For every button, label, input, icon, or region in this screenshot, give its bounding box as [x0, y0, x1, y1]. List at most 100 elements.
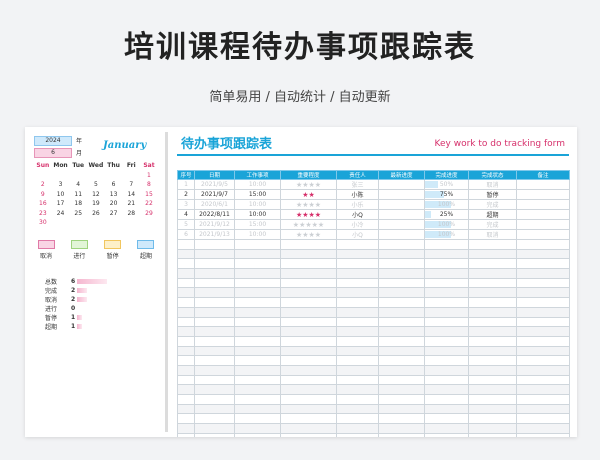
empty-cell[interactable] [336, 345, 379, 357]
calendar-day[interactable]: 6 [105, 180, 123, 190]
month-input[interactable]: 6 [34, 148, 72, 158]
empty-cell[interactable] [468, 432, 517, 437]
cell-note[interactable] [516, 229, 570, 240]
empty-cell[interactable] [516, 345, 570, 357]
cell-note[interactable] [516, 219, 570, 230]
calendar-day[interactable]: 24 [52, 209, 70, 219]
empty-cell[interactable] [336, 374, 379, 386]
empty-cell[interactable] [194, 394, 235, 405]
empty-cell[interactable] [378, 374, 425, 386]
empty-cell[interactable] [234, 326, 281, 337]
cell-note[interactable] [516, 209, 570, 220]
empty-cell[interactable] [516, 239, 570, 250]
empty-cell[interactable] [177, 316, 195, 328]
empty-cell[interactable] [468, 384, 517, 395]
empty-cell[interactable] [468, 277, 517, 289]
cell-owner[interactable]: 小陈 [336, 189, 379, 200]
empty-cell[interactable] [516, 432, 570, 437]
cell-no[interactable]: 1 [177, 179, 195, 190]
empty-cell[interactable] [177, 297, 195, 308]
empty-cell[interactable] [280, 384, 337, 395]
empty-cell[interactable] [177, 413, 195, 425]
empty-cell[interactable] [194, 335, 235, 347]
empty-cell[interactable] [280, 364, 337, 376]
empty-cell[interactable] [177, 403, 195, 415]
cell-item[interactable]: 10:00 [234, 179, 281, 190]
empty-cell[interactable] [336, 423, 379, 434]
empty-cell[interactable] [516, 364, 570, 376]
empty-cell[interactable] [378, 432, 425, 437]
empty-cell[interactable] [177, 239, 195, 250]
empty-cell[interactable] [424, 364, 469, 376]
empty-cell[interactable] [468, 355, 517, 366]
empty-cell[interactable] [177, 306, 195, 318]
empty-cell[interactable] [194, 355, 235, 366]
empty-cell[interactable] [424, 355, 469, 366]
table-row[interactable]: 3 2020/6/1 10:00 ★★★★ 小乐 100% 完成 [177, 199, 570, 210]
calendar-day[interactable]: 25 [69, 209, 87, 219]
calendar-day[interactable]: 3 [52, 180, 70, 190]
empty-cell[interactable] [468, 258, 517, 270]
empty-cell[interactable] [194, 423, 235, 434]
empty-cell[interactable] [194, 316, 235, 328]
empty-cell[interactable] [516, 394, 570, 405]
cell-owner[interactable]: 张三 [336, 179, 379, 190]
empty-cell[interactable] [336, 239, 379, 250]
empty-cell[interactable] [336, 258, 379, 270]
cell-owner[interactable]: 小冷 [336, 219, 379, 230]
cell-item[interactable]: 10:00 [234, 199, 281, 210]
calendar-day[interactable]: 23 [34, 209, 52, 219]
empty-cell[interactable] [234, 297, 281, 308]
empty-cell[interactable] [194, 432, 235, 437]
empty-cell[interactable] [378, 239, 425, 250]
empty-cell[interactable] [424, 384, 469, 395]
empty-cell[interactable] [378, 355, 425, 366]
empty-cell[interactable] [336, 355, 379, 366]
table-row[interactable]: 2 2021/9/7 15:00 ★★ 小陈 75% 暂停 [177, 189, 570, 200]
empty-cell[interactable] [516, 297, 570, 308]
cell-status[interactable]: 取消 [468, 229, 517, 240]
calendar-day[interactable]: 30 [34, 218, 52, 228]
cell-status[interactable]: 暂停 [468, 189, 517, 200]
cell-status[interactable]: 超期 [468, 209, 517, 220]
empty-cell[interactable] [516, 335, 570, 347]
empty-cell[interactable] [424, 413, 469, 425]
empty-cell[interactable] [336, 403, 379, 415]
empty-cell[interactable] [234, 374, 281, 386]
empty-cell[interactable] [516, 374, 570, 386]
empty-cell[interactable] [424, 287, 469, 299]
cell-date[interactable]: 2020/6/1 [194, 199, 235, 210]
empty-cell[interactable] [468, 287, 517, 299]
empty-cell[interactable] [468, 248, 517, 260]
calendar-day[interactable]: 19 [87, 199, 105, 209]
empty-cell[interactable] [280, 248, 337, 260]
cell-item[interactable]: 10:00 [234, 229, 281, 240]
empty-cell[interactable] [177, 384, 195, 395]
empty-cell[interactable] [378, 258, 425, 270]
calendar-day[interactable]: 12 [87, 190, 105, 200]
empty-cell[interactable] [177, 326, 195, 337]
empty-cell[interactable] [378, 248, 425, 260]
empty-cell[interactable] [378, 287, 425, 299]
empty-cell[interactable] [424, 423, 469, 434]
empty-cell[interactable] [516, 277, 570, 289]
empty-cell[interactable] [194, 403, 235, 415]
empty-cell[interactable] [177, 423, 195, 434]
empty-cell[interactable] [177, 258, 195, 270]
calendar-day[interactable]: 20 [105, 199, 123, 209]
empty-cell[interactable] [194, 287, 235, 299]
empty-cell[interactable] [424, 394, 469, 405]
empty-cell[interactable] [336, 432, 379, 437]
calendar-day[interactable]: 4 [69, 180, 87, 190]
calendar-day[interactable]: 2 [34, 180, 52, 190]
empty-cell[interactable] [424, 326, 469, 337]
cell-no[interactable]: 5 [177, 219, 195, 230]
empty-cell[interactable] [516, 287, 570, 299]
empty-cell[interactable] [336, 297, 379, 308]
cell-no[interactable]: 4 [177, 209, 195, 220]
empty-cell[interactable] [234, 335, 281, 347]
empty-cell[interactable] [378, 384, 425, 395]
empty-cell[interactable] [177, 355, 195, 366]
empty-cell[interactable] [378, 394, 425, 405]
empty-cell[interactable] [280, 306, 337, 318]
